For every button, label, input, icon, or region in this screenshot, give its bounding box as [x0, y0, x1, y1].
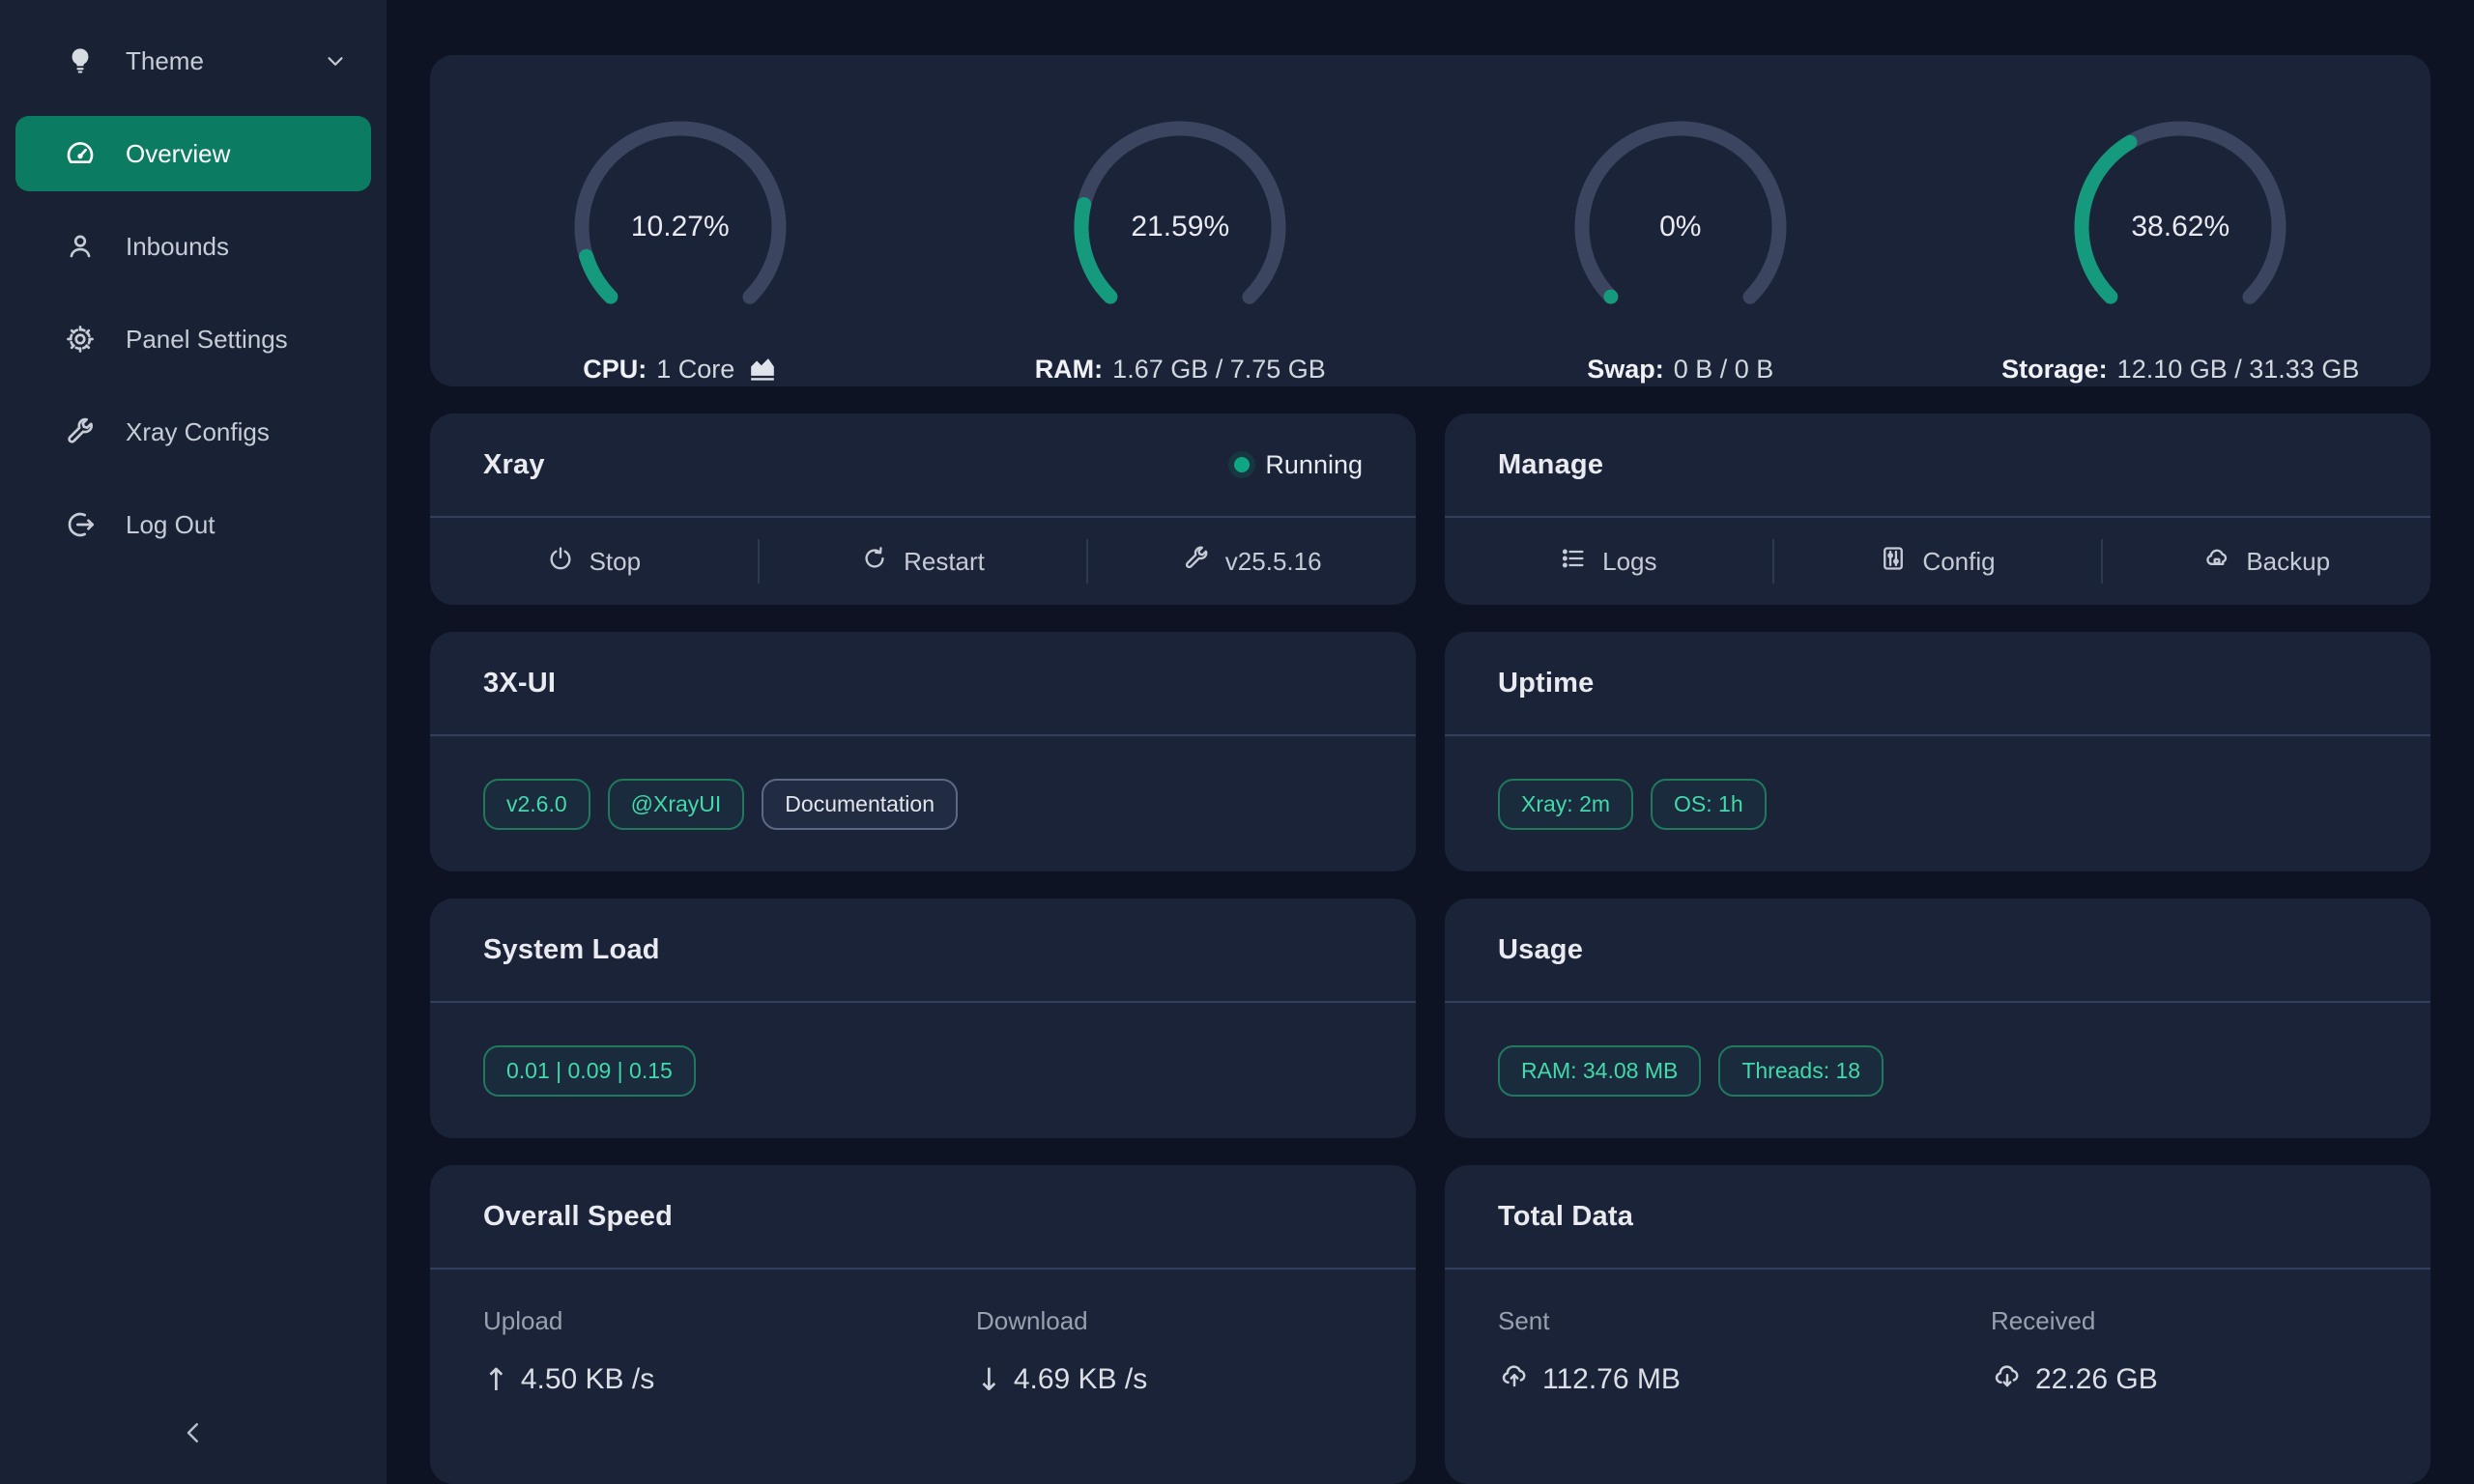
ram-usage-badge: RAM: 34.08 MB — [1498, 1045, 1701, 1097]
card-title: Total Data — [1498, 1201, 1633, 1233]
system-gauges-card: 10.27% CPU:1 Core 21.59% RAM:1.67 GB / 7… — [430, 55, 2431, 386]
os-uptime-badge: OS: 1h — [1651, 779, 1767, 830]
xray-card: Xray Running Stop Restart — [430, 414, 1416, 605]
card-title: Uptime — [1498, 668, 1595, 699]
total-data-card: Total Data Sent 112.76 MB Received 22.26… — [1445, 1165, 2431, 1484]
storage-percent: 38.62% — [2064, 111, 2296, 343]
ram-gauge: 21.59% RAM:1.67 GB / 7.75 GB — [931, 111, 1431, 386]
received-stat: Received 22.26 GB — [1938, 1306, 2431, 1484]
overall-speed-card: Overall Speed Upload ↑ 4.50 KB /s Downlo… — [430, 1165, 1416, 1484]
cloud-download-icon — [1991, 1361, 2024, 1398]
cpu-gauge: 10.27% CPU:1 Core — [430, 111, 931, 386]
card-title: System Load — [483, 934, 660, 966]
version-badge[interactable]: v2.6.0 — [483, 779, 590, 830]
sidebar-collapse-button[interactable] — [0, 1416, 387, 1449]
ram-percent: 21.59% — [1064, 111, 1296, 343]
restart-icon — [861, 545, 888, 579]
sidebar-item-label: Xray Configs — [126, 417, 270, 447]
sidebar-item-label: Overview — [126, 139, 230, 169]
sidebar-item-log-out[interactable]: Log Out — [15, 487, 371, 562]
load-average-badge: 0.01 | 0.09 | 0.15 — [483, 1045, 696, 1097]
storage-gauge: 38.62% Storage:12.10 GB / 31.33 GB — [1931, 111, 2431, 386]
gear-icon — [64, 323, 97, 356]
swap-percent: 0% — [1565, 111, 1797, 343]
sidebar-item-label: Panel Settings — [126, 325, 288, 355]
sidebar: Theme Overview Inbounds Panel Settings X… — [0, 0, 387, 1484]
sidebar-item-overview[interactable]: Overview — [15, 116, 371, 191]
swap-label: Swap:0 B / 0 B — [1587, 355, 1773, 385]
swap-gauge: 0% Swap:0 B / 0 B — [1430, 111, 1931, 386]
sidebar-item-panel-settings[interactable]: Panel Settings — [15, 301, 371, 377]
card-title: Manage — [1498, 449, 1603, 481]
cpu-label: CPU:1 Core — [583, 355, 777, 385]
list-icon — [1560, 545, 1587, 579]
sidebar-item-label: Inbounds — [126, 232, 229, 262]
overview-page: 10.27% CPU:1 Core 21.59% RAM:1.67 GB / 7… — [387, 0, 2474, 1484]
arrow-down-icon: ↓ — [976, 1361, 1002, 1398]
logout-icon — [64, 508, 97, 541]
wrench-icon — [1183, 545, 1210, 579]
xray-uptime-badge: Xray: 2m — [1498, 779, 1633, 830]
sidebar-item-xray-configs[interactable]: Xray Configs — [15, 394, 371, 470]
xrayui-badge[interactable]: @XrayUI — [608, 779, 745, 830]
download-stat: Download ↓ 4.69 KB /s — [923, 1306, 1416, 1484]
chevron-down-icon — [323, 48, 348, 73]
backup-button[interactable]: Backup — [2103, 518, 2431, 605]
config-button[interactable]: Config — [1774, 518, 2102, 605]
xray-version-button[interactable]: v25.5.16 — [1088, 518, 1416, 605]
xray-status: Running — [1234, 450, 1363, 480]
sidebar-item-label: Log Out — [126, 510, 216, 540]
user-icon — [64, 230, 97, 263]
sidebar-item-theme[interactable]: Theme — [15, 23, 371, 99]
arrow-up-icon: ↑ — [483, 1361, 509, 1398]
status-dot-icon — [1234, 457, 1250, 472]
card-title: Overall Speed — [483, 1201, 673, 1233]
power-icon — [547, 545, 574, 579]
logs-button[interactable]: Logs — [1445, 518, 1772, 605]
cloud-box-icon — [2203, 545, 2230, 579]
threads-badge: Threads: 18 — [1718, 1045, 1884, 1097]
card-title: 3X-UI — [483, 668, 556, 699]
uptime-card: Uptime Xray: 2m OS: 1h — [1445, 632, 2431, 871]
system-load-card: System Load 0.01 | 0.09 | 0.15 — [430, 899, 1416, 1138]
manage-card: Manage Logs Config Backup — [1445, 414, 2431, 605]
wrench-icon — [64, 415, 97, 448]
sidebar-item-inbounds[interactable]: Inbounds — [15, 209, 371, 284]
xui-card: 3X-UI v2.6.0 @XrayUI Documentation — [430, 632, 1416, 871]
sidebar-item-label: Theme — [126, 46, 204, 76]
ram-label: RAM:1.67 GB / 7.75 GB — [1035, 355, 1326, 385]
usage-card: Usage RAM: 34.08 MB Threads: 18 — [1445, 899, 2431, 1138]
documentation-badge[interactable]: Documentation — [762, 779, 958, 830]
cloud-upload-icon — [1498, 1361, 1531, 1398]
upload-stat: Upload ↑ 4.50 KB /s — [430, 1306, 923, 1484]
sent-stat: Sent 112.76 MB — [1445, 1306, 1938, 1484]
stop-button[interactable]: Stop — [430, 518, 758, 605]
restart-button[interactable]: Restart — [760, 518, 1087, 605]
card-title: Usage — [1498, 934, 1583, 966]
speedometer-icon — [64, 137, 97, 170]
bulb-icon — [64, 44, 97, 77]
cpu-percent: 10.27% — [564, 111, 796, 343]
storage-label: Storage:12.10 GB / 31.33 GB — [2001, 355, 2359, 385]
cpu-chart-icon[interactable] — [748, 357, 777, 383]
card-title: Xray — [483, 449, 545, 481]
status-text: Running — [1265, 450, 1363, 480]
sliders-icon — [1880, 545, 1907, 579]
